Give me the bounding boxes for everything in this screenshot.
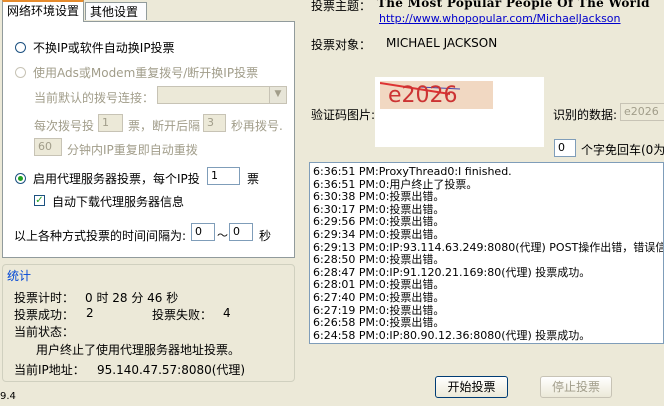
log-line: 6:27:40 PM:0:投票出错。: [313, 290, 445, 304]
status-label: 当前状态：: [14, 325, 75, 339]
success-label: 投票成功：: [14, 308, 75, 322]
log-line: 6:29:34 PM:0:投票出错。: [313, 227, 445, 241]
dial-after-label: 票，断开后隔: [128, 119, 201, 133]
log-lines: 6:36:51 PM:ProxyThread0:I finished. 6:36:…: [310, 163, 663, 342]
version-label: 9.4: [0, 391, 16, 402]
topic-label: 投票主题：: [311, 0, 372, 13]
log-line: 6:26:58 PM:0:投票出错。: [313, 316, 445, 330]
interval-label: 以上各种方式投票的时间间隔为:: [14, 229, 187, 243]
proxy-votes-input[interactable]: 1: [207, 167, 240, 185]
log-line: 6:28:50 PM:0:投票出错。: [313, 253, 445, 267]
radio-no-ip-change[interactable]: [15, 42, 26, 53]
captcha-image: e2026: [380, 81, 493, 109]
dial-connection-select[interactable]: ▼: [157, 86, 287, 104]
repeat-minutes-input[interactable]: 60: [34, 138, 62, 156]
stop-vote-button[interactable]: 停止投票: [540, 376, 612, 398]
default-dial-label: 当前默认的拨号连接：: [34, 91, 155, 105]
chevron-down-icon[interactable]: ▼: [269, 87, 286, 103]
radio-proxy[interactable]: [15, 173, 26, 184]
start-vote-button[interactable]: 开始投票: [435, 376, 508, 398]
statistics-title: 统计: [6, 267, 33, 284]
tab-network-settings[interactable]: 网络环境设置: [2, 0, 84, 22]
dial-wait-input[interactable]: 3: [203, 114, 226, 132]
log-list[interactable]: 6:36:51 PM:ProxyThread0:I finished. 6:36:…: [309, 162, 664, 344]
log-line: 6:36:51 PM:ProxyThread0:I finished.: [313, 165, 512, 178]
fail-value: 4: [223, 306, 231, 320]
timer-label: 投票计时：: [14, 291, 75, 305]
interval-separator: ～: [217, 229, 228, 242]
dial-wait-unit: 秒再拨号.: [231, 119, 283, 133]
radio-adsl[interactable]: [15, 67, 26, 78]
status-value: 用户终止了使用代理服务器地址投票。: [36, 343, 241, 357]
network-settings-panel: 不换IP或软件自动换IP投票 使用Ads或Modem重复拨号/断开换IP投票 当…: [2, 21, 295, 258]
captcha-label: 验证码图片:: [311, 108, 376, 122]
char-count-input[interactable]: 0: [554, 139, 576, 157]
auto-download-checkbox[interactable]: ✓: [34, 195, 45, 206]
checkmark-icon: ✓: [35, 195, 44, 206]
captcha-text: e2026: [388, 83, 458, 108]
recognized-label: 识别的数据:: [553, 108, 618, 122]
interval-max-input[interactable]: 0: [229, 223, 253, 241]
target-value: MICHAEL JACKSON: [386, 36, 498, 50]
dial-every-label: 每次拨号投: [34, 119, 95, 133]
log-line: 6:30:38 PM:0:投票出错。: [313, 190, 445, 204]
proxy-votes-unit: 票: [247, 172, 260, 186]
log-line: 6:24:58 PM:0:IP:80.90.12.36:8080(代理) 投票成…: [313, 328, 591, 342]
repeat-label: 分钟内IP重复即自动重拨: [67, 143, 198, 157]
topic-value: The Most Popular People Of The World: [377, 0, 650, 10]
auto-download-label: 自动下载代理服务器信息: [52, 195, 185, 209]
success-value: 2: [86, 306, 94, 320]
interval-min-input[interactable]: 0: [191, 223, 215, 241]
fail-label: 投票失败：: [152, 308, 213, 322]
topic-url-link[interactable]: http://www.whopopular.com/MichaelJackson: [379, 12, 621, 25]
radio-adsl-label: 使用Ads或Modem重复拨号/断开换IP投票: [33, 66, 259, 80]
captcha-image-frame: e2026: [375, 77, 544, 147]
radio-no-ip-change-label: 不换IP或软件自动换IP投票: [33, 41, 175, 55]
tab-other-settings[interactable]: 其他设置: [85, 2, 147, 20]
recognized-input[interactable]: e2026: [620, 103, 664, 121]
dial-every-input[interactable]: 1: [98, 114, 123, 132]
ip-label: 当前IP地址：: [14, 363, 85, 377]
target-label: 投票对象：: [311, 38, 372, 52]
char-count-label: 个字免回车(0为不: [581, 143, 664, 157]
ip-value: 95.140.47.57:8080(代理): [97, 363, 246, 377]
timer-value: 0 时 28 分 46 秒: [85, 291, 179, 305]
interval-unit: 秒: [259, 229, 272, 243]
radio-proxy-label: 启用代理服务器投票，每个IP投: [33, 172, 200, 186]
